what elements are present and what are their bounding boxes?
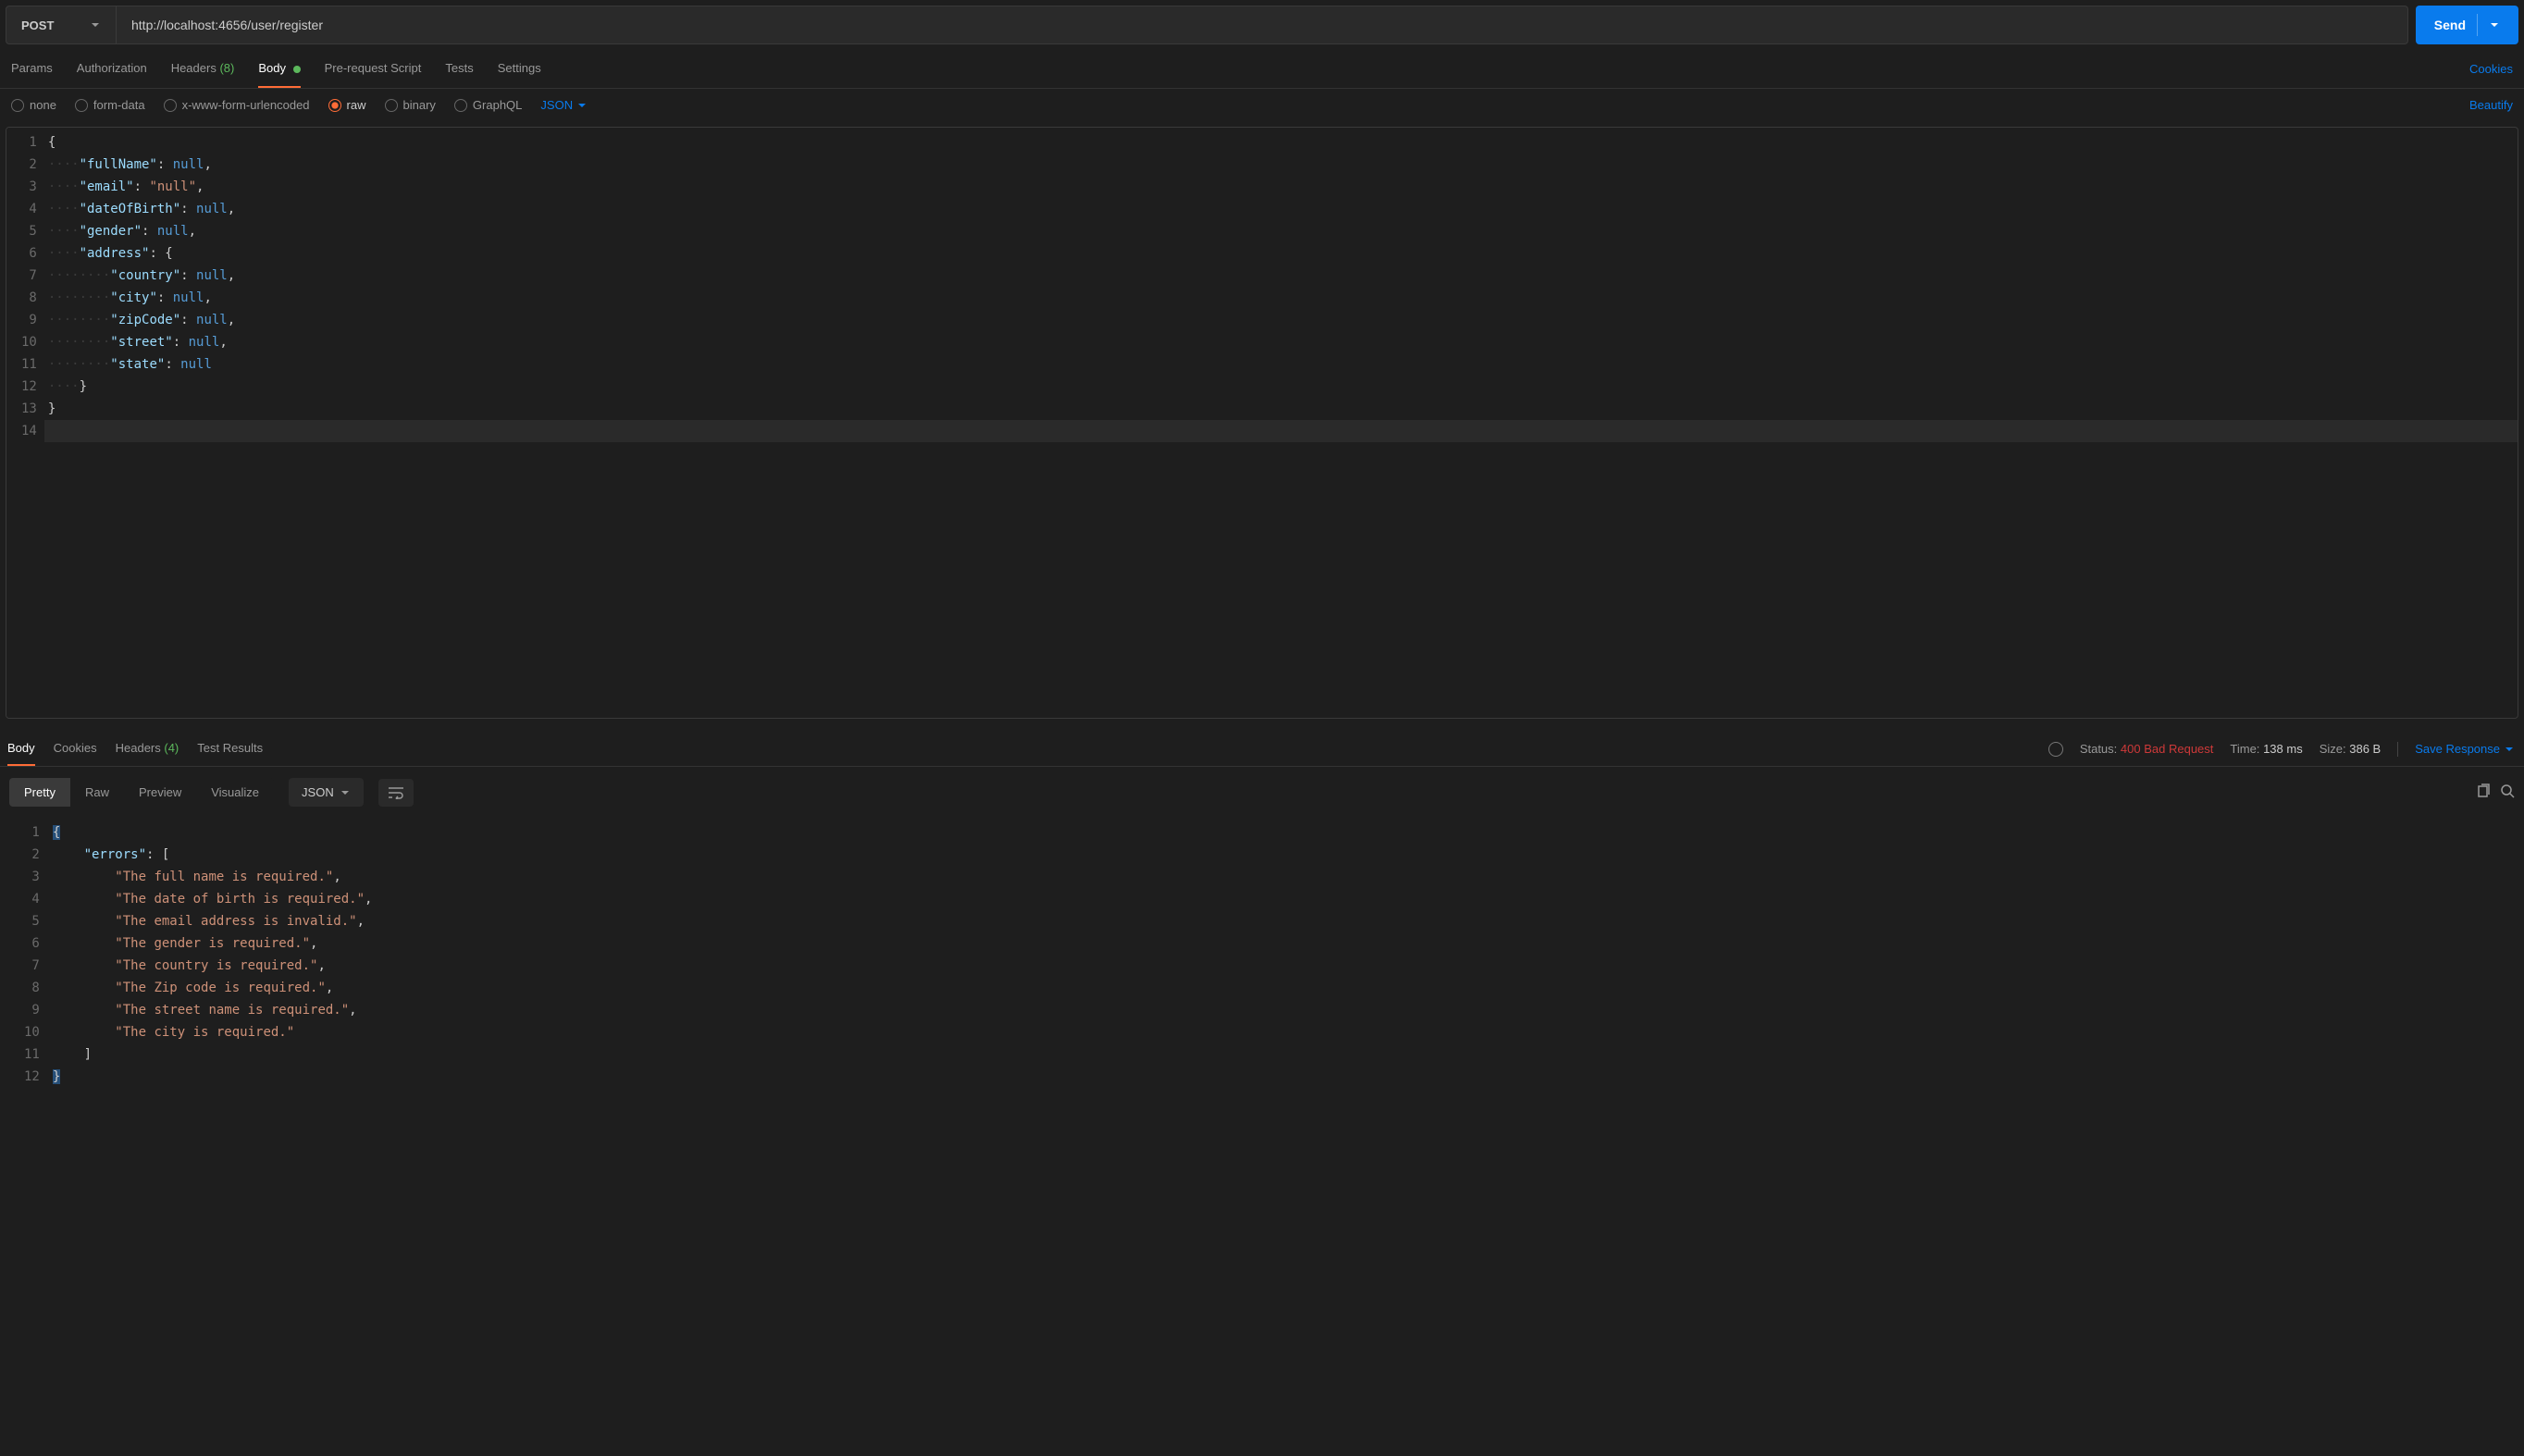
tab-authorization[interactable]: Authorization — [77, 50, 147, 88]
wrap-lines-button[interactable] — [378, 779, 414, 807]
copy-icon — [2476, 784, 2491, 798]
response-body-viewer[interactable]: 123456789101112 { "errors": [ "The full … — [0, 818, 2524, 1092]
view-mode-raw[interactable]: Raw — [70, 778, 124, 807]
copy-response-button[interactable] — [2476, 784, 2491, 801]
view-mode-visualize[interactable]: Visualize — [196, 778, 274, 807]
send-button[interactable]: Send — [2416, 6, 2518, 44]
body-type-binary[interactable]: binary — [385, 98, 436, 112]
radio-icon — [385, 99, 398, 112]
wrap-icon — [388, 786, 404, 799]
radio-icon — [164, 99, 177, 112]
search-response-button[interactable] — [2500, 784, 2515, 801]
response-status: Status: 400 Bad Request — [2080, 742, 2214, 756]
request-body-editor[interactable]: 1234567891011121314 {····"fullName": nul… — [6, 127, 2518, 719]
body-type-none[interactable]: none — [11, 98, 56, 112]
chevron-down-icon — [2504, 744, 2515, 755]
tab-headers[interactable]: Headers (8) — [171, 50, 235, 88]
body-format-select[interactable]: JSON — [540, 98, 588, 112]
http-method-value: POST — [21, 19, 54, 32]
url-input[interactable] — [117, 6, 2408, 44]
radio-icon — [11, 99, 24, 112]
response-tab-test-results[interactable]: Test Results — [197, 732, 263, 766]
response-size: Size: 386 B — [2320, 742, 2382, 756]
tab-settings[interactable]: Settings — [498, 50, 541, 88]
save-response-button[interactable]: Save Response — [2415, 742, 2515, 756]
body-type-form-data[interactable]: form-data — [75, 98, 145, 112]
tab-pre-request-script[interactable]: Pre-request Script — [325, 50, 422, 88]
response-tab-headers[interactable]: Headers (4) — [116, 732, 179, 766]
radio-icon — [328, 99, 341, 112]
tab-body[interactable]: Body — [258, 50, 300, 88]
body-type-urlencoded[interactable]: x-www-form-urlencoded — [164, 98, 310, 112]
globe-icon[interactable] — [2048, 742, 2063, 757]
chevron-down-icon — [340, 787, 351, 798]
chevron-down-icon — [90, 19, 101, 31]
body-type-raw[interactable]: raw — [328, 98, 366, 112]
tab-tests[interactable]: Tests — [445, 50, 473, 88]
view-mode-pretty[interactable]: Pretty — [9, 778, 70, 807]
radio-icon — [75, 99, 88, 112]
radio-icon — [454, 99, 467, 112]
response-tab-body[interactable]: Body — [7, 732, 35, 766]
search-icon — [2500, 784, 2515, 798]
response-time: Time: 138 ms — [2230, 742, 2302, 756]
response-format-select[interactable]: JSON — [289, 778, 364, 807]
chevron-down-icon — [2489, 19, 2500, 31]
send-label: Send — [2434, 18, 2466, 32]
modified-dot-icon — [293, 66, 301, 73]
cookies-link[interactable]: Cookies — [2469, 62, 2513, 76]
response-tab-cookies[interactable]: Cookies — [54, 732, 97, 766]
chevron-down-icon — [576, 100, 588, 111]
body-type-graphql[interactable]: GraphQL — [454, 98, 522, 112]
tab-params[interactable]: Params — [11, 50, 53, 88]
http-method-select[interactable]: POST — [6, 6, 117, 44]
beautify-button[interactable]: Beautify — [2469, 98, 2513, 112]
view-mode-preview[interactable]: Preview — [124, 778, 196, 807]
